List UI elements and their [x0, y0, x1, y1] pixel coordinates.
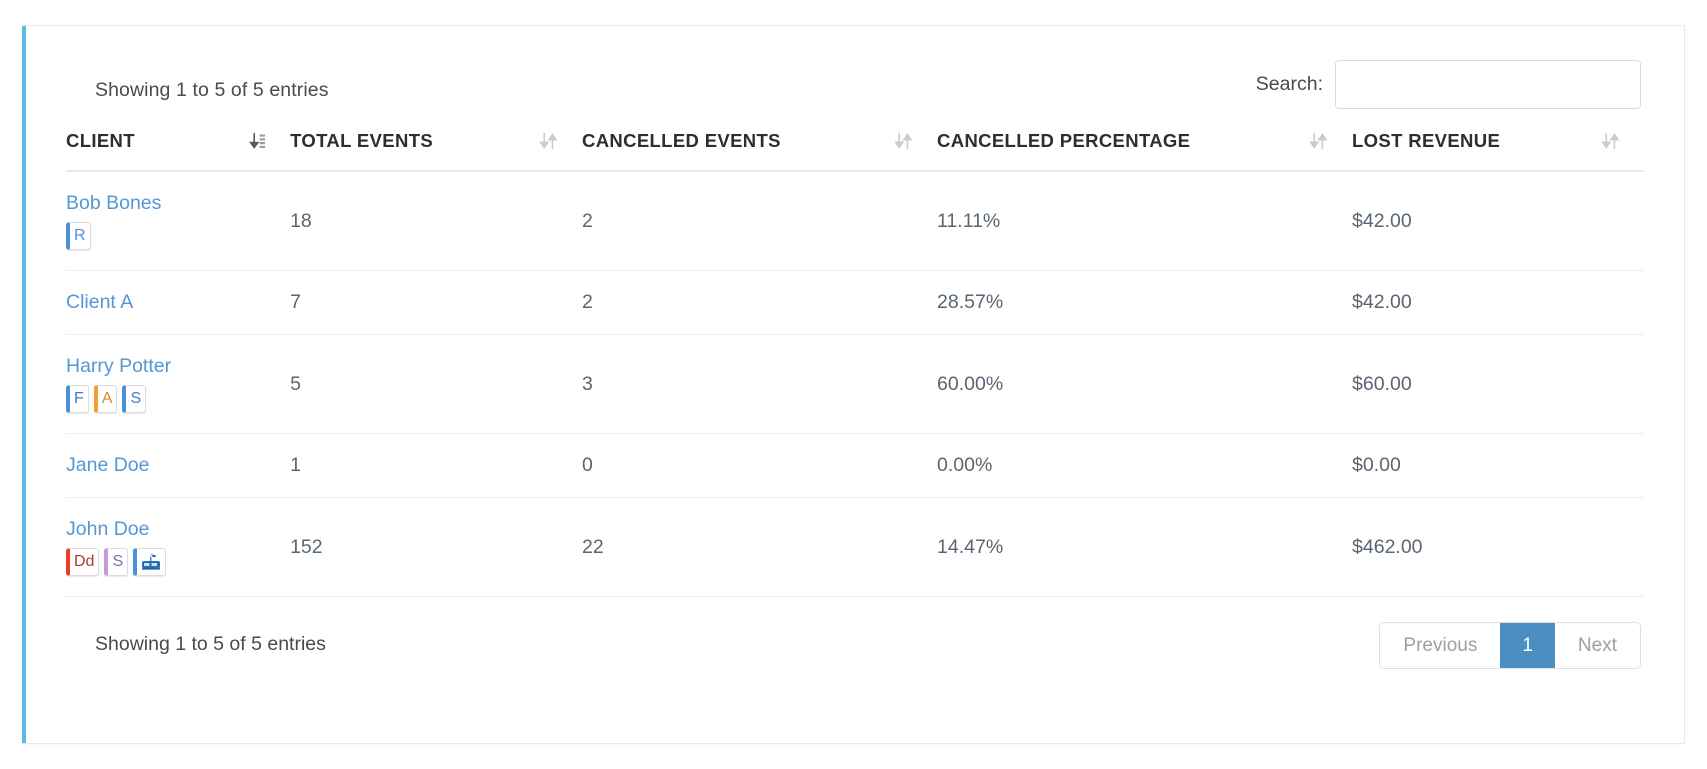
cell-client: Bob Bones R — [66, 171, 291, 271]
sort-both-icon — [539, 130, 558, 152]
client-badge[interactable]: A — [93, 385, 118, 413]
clients-table: CLIENT TOTAL EVENTS CANCELLED EVENTS CAN… — [66, 130, 1644, 597]
table-row: Client A 7 2 28.57% $42.00 — [66, 270, 1644, 335]
cell-cancelled-percentage: 14.47% — [937, 497, 1353, 597]
column-label: LOST REVENUE — [1352, 130, 1501, 151]
badge-group: FAS — [66, 385, 290, 413]
datatable-footer-bar: Showing 1 to 5 of 5 entries Previous 1 N… — [66, 597, 1644, 693]
pagination-previous-button[interactable]: Previous — [1380, 623, 1501, 668]
cell-lost-revenue: $0.00 — [1352, 433, 1644, 498]
cell-total-events: 1 — [290, 433, 582, 498]
datatable-panel: Showing 1 to 5 of 5 entries Search: CLIE… — [22, 25, 1685, 744]
sort-asc-icon — [249, 130, 266, 152]
table-header-row: CLIENT TOTAL EVENTS CANCELLED EVENTS CAN… — [66, 130, 1644, 172]
cell-total-events: 152 — [290, 497, 582, 597]
client-link[interactable]: Bob Bones — [66, 192, 161, 214]
cell-cancelled-events: 2 — [581, 270, 938, 335]
client-badge[interactable]: S — [104, 548, 129, 576]
column-header-client[interactable]: CLIENT — [66, 130, 291, 172]
cell-client: Harry Potter F A S — [66, 334, 291, 434]
column-label: CANCELLED PERCENTAGE — [937, 130, 1191, 151]
sort-both-icon — [1601, 130, 1620, 152]
cell-cancelled-percentage: 28.57% — [937, 270, 1353, 335]
column-header-lost-revenue[interactable]: LOST REVENUE — [1352, 130, 1644, 172]
datatable-header-bar: Showing 1 to 5 of 5 entries Search: — [66, 52, 1644, 124]
client-badge[interactable]: F — [66, 385, 89, 413]
client-link[interactable]: John Doe — [66, 518, 149, 540]
table-row: Bob Bones R 18 2 11.11% $42.00 — [66, 171, 1644, 271]
cell-cancelled-events: 2 — [581, 171, 938, 271]
mailbox-icon[interactable] — [133, 548, 167, 576]
sort-both-icon — [894, 130, 913, 152]
column-header-cancelled-events[interactable]: CANCELLED EVENTS — [581, 130, 938, 172]
search-label: Search: — [1255, 73, 1323, 95]
pagination-page-1-button[interactable]: 1 — [1500, 623, 1555, 668]
client-link[interactable]: Harry Potter — [66, 355, 171, 377]
cell-cancelled-events: 0 — [581, 433, 938, 498]
pagination: Previous 1 Next — [1379, 622, 1641, 669]
panel-body: Showing 1 to 5 of 5 entries Search: CLIE… — [26, 26, 1684, 743]
column-header-total-events[interactable]: TOTAL EVENTS — [290, 130, 582, 172]
badge-group: Dd S — [66, 548, 290, 576]
client-badge[interactable]: Dd — [66, 548, 100, 576]
cell-client: John Doe Dd S — [66, 497, 291, 597]
search-filter: Search: — [1256, 60, 1641, 109]
cell-cancelled-percentage: 0.00% — [937, 433, 1353, 498]
badge-group: R — [66, 222, 290, 250]
cell-lost-revenue: $42.00 — [1352, 171, 1644, 271]
pagination-next-button[interactable]: Next — [1554, 623, 1640, 668]
table-body: Bob Bones R 18 2 11.11% $42.00 Client A 7 2 28.57… — [66, 171, 1644, 597]
cell-client: Jane Doe — [66, 433, 291, 498]
cell-cancelled-events: 3 — [581, 334, 938, 434]
cell-total-events: 7 — [290, 270, 582, 335]
client-link[interactable]: Client A — [66, 291, 133, 313]
cell-lost-revenue: $462.00 — [1352, 497, 1644, 597]
search-input[interactable] — [1335, 60, 1641, 109]
table-row: Jane Doe 1 0 0.00% $0.00 — [66, 433, 1644, 498]
column-label: CLIENT — [66, 130, 135, 151]
table-row: John Doe Dd S 152 22 14.47% $462.00 — [66, 497, 1644, 597]
cell-cancelled-percentage: 11.11% — [937, 171, 1353, 271]
table-row: Harry Potter F A S 5 3 60.00% $60.00 — [66, 334, 1644, 434]
client-badge[interactable]: S — [122, 385, 147, 413]
panel-card: Showing 1 to 5 of 5 entries Search: CLIE… — [22, 25, 1685, 744]
cell-lost-revenue: $60.00 — [1352, 334, 1644, 434]
column-header-cancelled-percentage[interactable]: CANCELLED PERCENTAGE — [937, 130, 1353, 172]
table-head: CLIENT TOTAL EVENTS CANCELLED EVENTS CAN… — [66, 130, 1644, 172]
cell-lost-revenue: $42.00 — [1352, 270, 1644, 335]
cell-total-events: 5 — [290, 334, 582, 434]
cell-cancelled-percentage: 60.00% — [937, 334, 1353, 434]
client-badge[interactable]: R — [66, 222, 91, 250]
entries-info-bottom: Showing 1 to 5 of 5 entries — [95, 633, 326, 655]
column-label: TOTAL EVENTS — [290, 130, 434, 151]
client-link[interactable]: Jane Doe — [66, 454, 149, 476]
sort-both-icon — [1309, 130, 1328, 152]
cell-client: Client A — [66, 270, 291, 335]
entries-info-top: Showing 1 to 5 of 5 entries — [95, 79, 329, 101]
cell-cancelled-events: 22 — [581, 497, 938, 597]
column-label: CANCELLED EVENTS — [581, 130, 781, 151]
cell-total-events: 18 — [290, 171, 582, 271]
